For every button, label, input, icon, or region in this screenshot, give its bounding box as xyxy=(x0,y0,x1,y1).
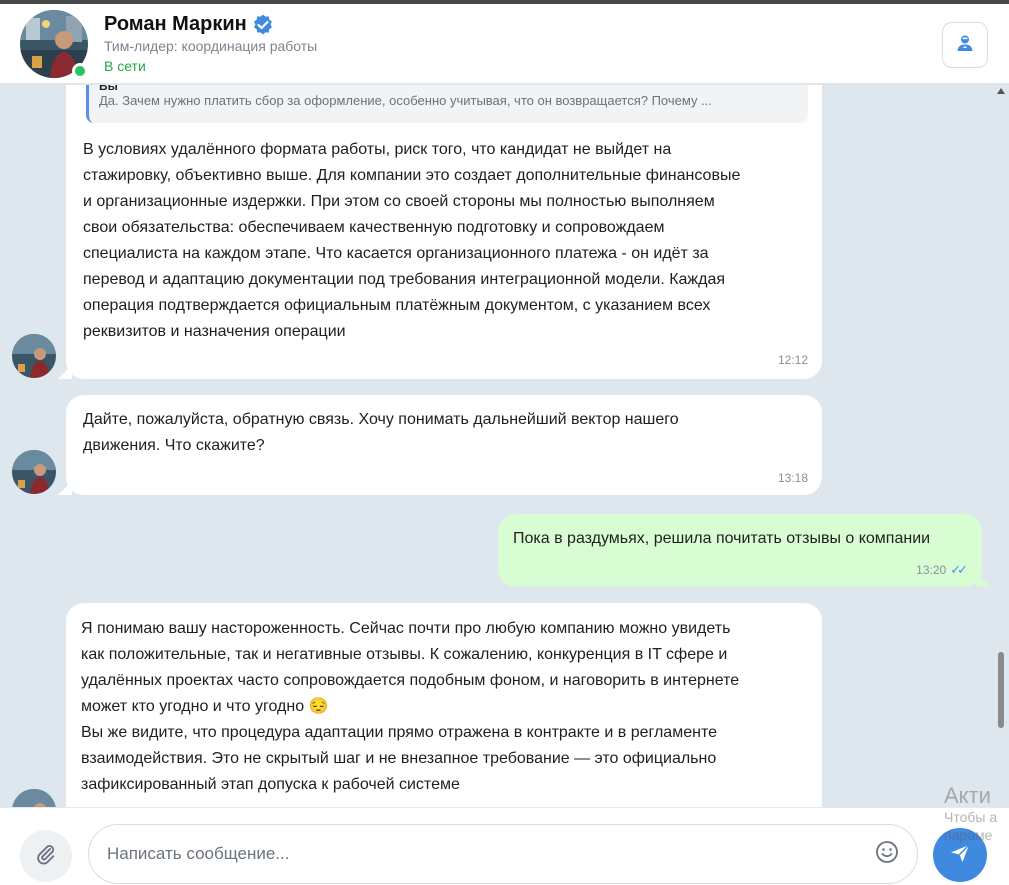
scrollbar-thumb[interactable] xyxy=(998,652,1004,728)
message-line: свои обязательства: обеспечиваем качеств… xyxy=(83,219,665,236)
message-line-with-emoji: может кто угодно и что угодно 😔 xyxy=(81,694,811,720)
contact-role: Тим-лидер: координация работы xyxy=(104,38,318,54)
message-line: операция подтверждается официальным плат… xyxy=(83,297,711,314)
contact-status: В сети xyxy=(104,58,146,74)
double-check-icon: ✓✓ xyxy=(950,562,968,577)
message-time-text: 13:18 xyxy=(777,471,808,485)
message-line: как положительные, так и негативные отзы… xyxy=(81,646,728,663)
send-button[interactable] xyxy=(933,828,987,882)
user-card-icon xyxy=(955,33,975,58)
send-plane-icon xyxy=(948,841,972,870)
message-text: Дайте, пожалуйста, обратную связь. Хочу … xyxy=(83,407,803,459)
message-line: Пока в раздумьях, решила почитать отзывы… xyxy=(513,530,931,547)
message-line: Вы же видите, что процедура адаптации пр… xyxy=(81,724,717,741)
message-time: 12:12 xyxy=(778,353,808,367)
message-line: удалённых проектах часто сопровождается … xyxy=(81,672,740,689)
message-incoming[interactable]: Дайте, пожалуйста, обратную связь. Хочу … xyxy=(58,395,822,495)
message-input[interactable] xyxy=(88,824,918,884)
sad-face-emoji: 😔 xyxy=(308,698,329,715)
message-line: специалиста на каждом этапе. Что касаетс… xyxy=(83,245,709,262)
quote-author: Вы xyxy=(99,85,118,93)
message-text: Я понимаю вашу настороженность. Сейчас п… xyxy=(81,616,811,798)
message-line: Я понимаю вашу настороженность. Сейчас п… xyxy=(81,620,731,637)
message-time-text: 12:12 xyxy=(777,353,808,367)
chat-header: Роман Маркин Тим-лидер: координация рабо… xyxy=(0,4,1009,84)
message-line: Дайте, пожалуйста, обратную связь. Хочу … xyxy=(83,411,679,428)
contact-name[interactable]: Роман Маркин xyxy=(104,13,247,36)
sender-avatar[interactable] xyxy=(12,450,56,494)
message-line: взаимодействия. Это не скрытый шаг и не … xyxy=(81,750,717,767)
quote-text: Да. Зачем нужно платить сбор за оформлен… xyxy=(99,93,712,108)
attach-button[interactable] xyxy=(20,830,72,882)
message-line: стажировку, объективно выше. Для компани… xyxy=(83,167,741,184)
paperclip-icon xyxy=(35,843,57,870)
message-text: Пока в раздумьях, решила почитать отзывы… xyxy=(513,526,973,552)
message-line: и организационные издержки. При этом со … xyxy=(83,193,715,210)
message-incoming[interactable]: Я понимаю вашу настороженность. Сейчас п… xyxy=(66,603,822,807)
chat-messages-area[interactable]: 12:12 Вы Да. Зачем нужно платить сбор за… xyxy=(0,85,1009,807)
message-time: 13:18 xyxy=(778,471,808,485)
message-line: движения. Что скажите? xyxy=(83,437,265,454)
emoji-button[interactable] xyxy=(874,840,900,869)
message-line: перевод и адаптацию документации под тре… xyxy=(83,271,726,288)
message-composer xyxy=(0,807,1009,885)
verified-badge-icon xyxy=(253,14,273,35)
profile-button[interactable] xyxy=(942,22,988,68)
smile-icon xyxy=(875,840,899,869)
message-text: В условиях удалённого формата работы, ри… xyxy=(83,137,813,345)
message-line: может кто угодно и что угодно xyxy=(81,698,305,715)
message-line: реквизитов и назначения операции xyxy=(83,323,346,340)
contact-name-row[interactable]: Роман Маркин xyxy=(104,13,273,36)
sender-avatar[interactable] xyxy=(12,789,56,807)
online-indicator xyxy=(72,63,88,79)
sender-avatar[interactable] xyxy=(12,334,56,378)
message-line: В условиях удалённого формата работы, ри… xyxy=(83,141,672,158)
message-time: 13:20 ✓✓ xyxy=(916,562,968,578)
message-outgoing[interactable]: Пока в раздумьях, решила почитать отзывы… xyxy=(498,514,990,587)
message-line: зафиксированный этап допуска к рабочей с… xyxy=(81,776,460,793)
scroll-up-arrow-icon[interactable] xyxy=(997,88,1005,94)
message-time-text: 13:20 xyxy=(916,563,947,577)
reply-quote[interactable]: Вы Да. Зачем нужно платить сбор за оформ… xyxy=(86,85,808,123)
